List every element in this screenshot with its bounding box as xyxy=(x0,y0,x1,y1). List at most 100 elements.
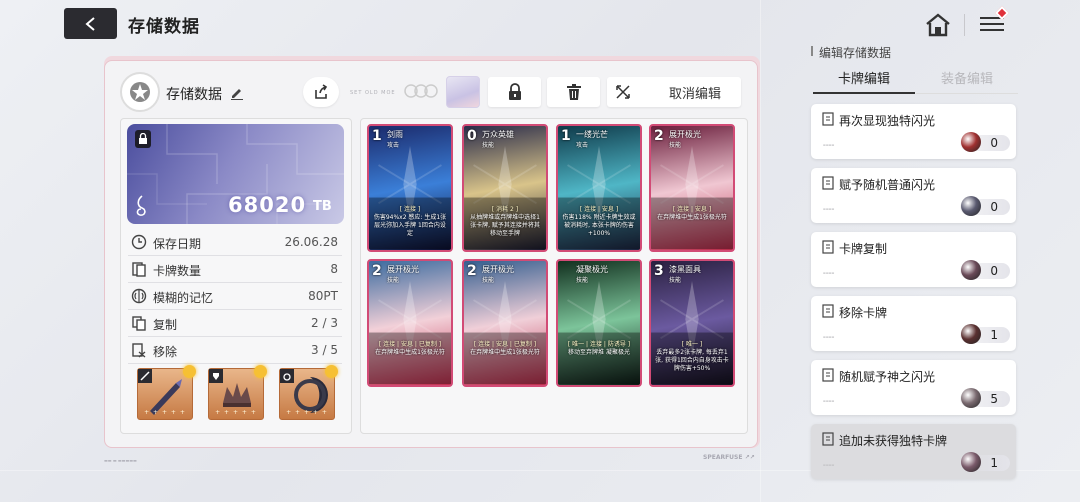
edit-effect-item[interactable]: 随机赋予神之闪光 ▬▬▬▬ 5 xyxy=(811,360,1016,415)
card-type: 技能 xyxy=(482,277,495,284)
effect-count: 5 xyxy=(990,392,998,406)
card-art xyxy=(464,281,546,385)
avatar[interactable] xyxy=(120,72,160,112)
card-tags: [ 连接 | 安息 ] xyxy=(579,206,619,213)
effect-caption: ▬▬▬▬ xyxy=(823,207,835,211)
stat-label: 移除 xyxy=(153,345,178,359)
rarity-sun-icon xyxy=(183,365,196,378)
card-description: 在弃牌堆中生成1张极光符 xyxy=(470,349,540,356)
delete-button[interactable] xyxy=(547,77,600,107)
edit-effect-item[interactable]: 追加未获得独特卡牌 ▬▬▬▬ 1 xyxy=(811,424,1016,479)
deck-card[interactable]: 2 展开极光 技能 [ 连接 | 安息 | 已复制 ] 在弃牌堆中生成1张极光符 xyxy=(462,259,548,387)
card-edit-icon xyxy=(822,432,834,446)
deck-card[interactable]: 1 剑雨 攻击 [ 连接 ] 伤害94%x2 感应: 生成1张层光弥加入手牌 1回合内设… xyxy=(367,124,453,252)
lock-button[interactable] xyxy=(488,77,541,107)
home-icon[interactable] xyxy=(924,12,952,38)
tb-lock-icon xyxy=(135,130,151,148)
stat-label: 保存日期 xyxy=(153,237,202,251)
rings-icon xyxy=(404,84,438,98)
card-cost: 2 xyxy=(654,128,664,144)
share-icon xyxy=(315,84,328,99)
edit-effect-item[interactable]: 卡牌复制 ▬▬▬▬ 0 xyxy=(811,232,1016,287)
effect-count: 1 xyxy=(990,328,998,342)
effect-label: 移除卡牌 xyxy=(839,306,888,320)
card-name: 万众英雄 xyxy=(482,130,514,139)
effect-count: 1 xyxy=(990,456,998,470)
edit-effect-item[interactable]: 移除卡牌 ▬▬▬▬ 1 xyxy=(811,296,1016,351)
edit-effect-item[interactable]: 赋予随机普通闪光 ▬▬▬▬ 0 xyxy=(811,168,1016,223)
equipment-weapon[interactable]: + + + + + xyxy=(137,365,196,420)
card-type: 攻击 xyxy=(576,142,589,149)
equipment-stars: + + + + + xyxy=(144,409,186,416)
tab-equipment-edit[interactable]: 装备编辑 xyxy=(916,70,1018,94)
card-cost: 1 xyxy=(561,128,571,144)
deck-card[interactable]: 凝聚极光 技能 [ 唯一 | 连接 | 防诱导 ] 移动至弃牌堆 凝聚极光 xyxy=(556,259,642,387)
stat-row-remove: 移除 3 / 5 xyxy=(128,337,342,364)
effect-caption: ▬▬▬▬ xyxy=(823,143,835,147)
deck-card[interactable]: 3 漆黑面具 技能 [ 唯一 ] 丢弃最多2张卡牌, 每丢弃1张, 获得1回合内自身攻击… xyxy=(649,259,735,387)
tb-unit: TB xyxy=(313,199,332,214)
tab-card-edit[interactable]: 卡牌编辑 xyxy=(813,70,915,94)
character-portrait[interactable] xyxy=(446,76,480,108)
back-arrow-icon xyxy=(84,16,95,31)
card-cost: 1 xyxy=(372,128,382,144)
card-type: 技能 xyxy=(482,142,495,149)
edit-effect-item[interactable]: 再次显现独特闪光 ▬▬▬▬ 0 xyxy=(811,104,1016,159)
lock-icon xyxy=(508,83,521,100)
star-badge-icon xyxy=(130,82,150,102)
cards-icon xyxy=(132,262,146,277)
footer-logo: SPEARFUSE ↗↗ xyxy=(703,454,755,461)
stat-label: 复制 xyxy=(153,318,178,332)
card-description: 在弃牌堆中生成1张极光符 xyxy=(375,349,445,356)
card-edit-icon xyxy=(822,112,834,126)
share-button[interactable] xyxy=(303,77,339,107)
equipment-stars: + + + + + xyxy=(215,409,257,416)
card-cost: 3 xyxy=(654,263,664,279)
deck-card[interactable]: 2 展开极光 技能 [ 连接 | 安息 | 已复制 ] 在弃牌堆中生成1张极光符 xyxy=(367,259,453,387)
effect-label: 卡牌复制 xyxy=(839,242,888,256)
card-tags: [ 连接 | 安息 ] xyxy=(672,206,712,213)
deck-card[interactable]: 0 万众英雄 技能 [ 消耗 2 ] 从抽牌堆或弃牌堆中选择1张卡牌, 赋予其连接并将其… xyxy=(462,124,548,252)
deck-card[interactable]: 2 展开极光 技能 [ 连接 | 安息 ] 在弃牌堆中生成1张极光符 xyxy=(649,124,735,252)
stat-row-fuzzy-memory: 模糊的记忆 80PT xyxy=(128,283,342,310)
stat-value: 8 xyxy=(330,262,338,276)
effect-label: 追加未获得独特卡牌 xyxy=(839,434,948,448)
card-tags: [ 消耗 2 ] xyxy=(491,206,519,213)
back-button[interactable] xyxy=(64,8,117,39)
card-art xyxy=(369,281,451,385)
armor-slot-icon xyxy=(209,369,223,383)
card-tags: [ 连接 | 安息 | 已复制 ] xyxy=(378,341,442,348)
card-type: 技能 xyxy=(576,277,589,284)
cross-arrows-icon xyxy=(616,85,630,99)
bg-line xyxy=(760,0,761,502)
cancel-edit-button[interactable]: 取消编辑 xyxy=(607,77,741,107)
rarity-sun-icon xyxy=(254,365,267,378)
stat-value: 3 / 5 xyxy=(311,343,338,357)
equipment-ring[interactable]: + + + + + xyxy=(279,365,338,420)
deck-card[interactable]: 1 一缕光芒 攻击 [ 连接 | 安息 ] 伤害118% 附近卡牌生效或被消耗时, 本张… xyxy=(556,124,642,252)
card-edit-icon xyxy=(822,304,834,318)
page-title: 存储数据 xyxy=(128,17,200,37)
effect-caption: ▬▬▬▬ xyxy=(823,271,835,275)
card-description: 丢弃最多2张卡牌, 每丢弃1张, 获得1回合内自身攻击卡牌伤害+50% xyxy=(655,349,729,372)
stat-row-card-count: 卡牌数量 8 xyxy=(128,256,342,283)
memory-gem-icon xyxy=(961,196,981,216)
copy-icon xyxy=(132,316,146,331)
effect-caption: ▬▬▬▬ xyxy=(823,399,835,403)
card-edit-icon xyxy=(822,368,834,382)
edit-pencil-icon[interactable] xyxy=(230,86,244,100)
card-name: 展开极光 xyxy=(482,265,514,274)
equipment-stars: + + + + + xyxy=(286,409,328,416)
right-panel-title: 编辑存储数据 xyxy=(819,46,892,60)
stat-row-copy: 复制 2 / 3 xyxy=(128,310,342,337)
top-separator xyxy=(964,14,965,36)
treble-clef-icon xyxy=(136,195,146,216)
card-type: 技能 xyxy=(387,277,400,284)
effect-label: 随机赋予神之闪光 xyxy=(839,370,936,384)
rarity-sun-icon xyxy=(325,365,338,378)
card-type: 技能 xyxy=(669,277,682,284)
equipment-armor[interactable]: + + + + + xyxy=(208,365,267,420)
stat-value: 2 / 3 xyxy=(311,316,338,330)
memory-gem-icon xyxy=(961,324,981,344)
card-tags: [ 连接 | 安息 | 已复制 ] xyxy=(473,341,537,348)
